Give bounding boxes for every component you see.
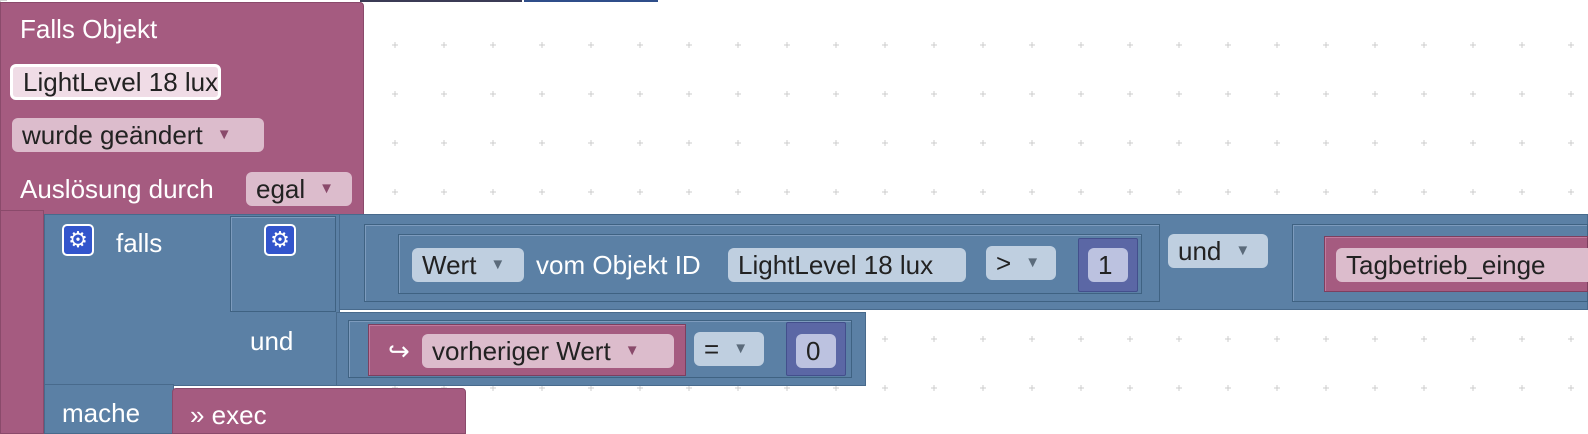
if-label: falls [116,228,163,258]
exec-label: » exec [190,400,267,430]
trigger-dropdown[interactable]: egal ▼ [246,172,352,206]
condition-value: wurde geändert [22,120,203,150]
object-id-value: LightLevel 18 lux [738,250,934,280]
on-object-change-block-spine [0,210,44,434]
condition-dropdown[interactable]: wurde geändert ▼ [12,118,264,152]
value-dropdown-label: Wert [422,250,477,280]
block-title: Falls Objekt [20,14,158,44]
chevron-down-icon: ▼ [1025,254,1041,271]
scrollbar-thumb[interactable] [524,0,658,2]
do-label: mache [62,398,141,428]
value-dropdown[interactable]: Wert ▼ [412,248,524,282]
object-id-field[interactable]: LightLevel 18 lux [10,64,222,100]
number-field[interactable]: 1 [1088,248,1128,282]
gear-icon[interactable]: ⚙ [62,224,94,256]
number-value: 1 [1098,250,1113,280]
object-id-value-2: Tagbetrieb_einge [1346,250,1546,280]
from-object-label: vom Objekt ID [536,250,701,280]
number-value-2: 0 [806,336,821,366]
operator-dropdown-2[interactable]: = ▼ [694,332,764,366]
operator-value: > [996,248,1012,278]
trigger-label: Auslösung durch [20,174,214,204]
previous-value-label: vorheriger Wert [432,336,611,366]
object-id-field[interactable]: LightLevel 18 lux [728,248,966,282]
return-arrow-icon: ↪ [388,336,410,366]
blockly-workspace[interactable]: Falls Objekt LightLevel 18 lux wurde geä… [0,0,1588,434]
operator-value-2: = [704,334,720,364]
chevron-down-icon: ▼ [1235,242,1251,259]
chevron-down-icon: ▼ [490,256,506,273]
logic-operator-dropdown[interactable]: und ▼ [1168,234,1268,268]
chevron-down-icon: ▼ [733,340,749,357]
chevron-down-icon: ▼ [319,180,335,197]
previous-value-dropdown[interactable]: vorheriger Wert ▼ [422,334,674,368]
object-id-value: LightLevel 18 lux [23,67,219,97]
scrollbar-track [360,0,522,2]
chevron-down-icon: ▼ [216,126,232,143]
object-id-field-2[interactable]: Tagbetrieb_einge [1336,248,1588,282]
number-field-2[interactable]: 0 [796,334,836,368]
chevron-down-icon: ▼ [624,342,640,359]
and-label: und [250,326,294,356]
trigger-value: egal [256,174,306,204]
logic-operator-value: und [1178,236,1222,266]
operator-dropdown[interactable]: > ▼ [986,246,1056,280]
gear-icon[interactable]: ⚙ [264,224,296,256]
